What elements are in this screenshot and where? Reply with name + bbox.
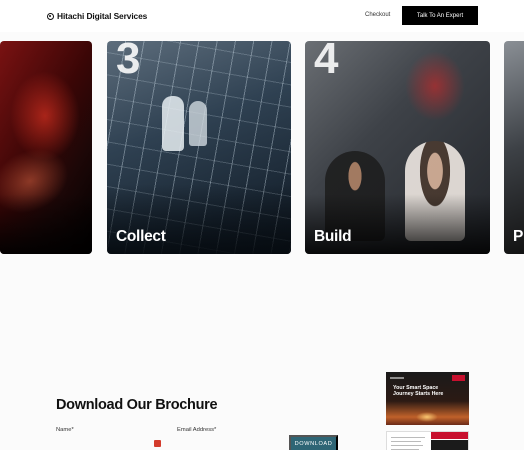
step-number: 4 xyxy=(314,41,339,83)
site-header: Hitachi Digital Services Checkout Talk T… xyxy=(0,0,524,32)
step-card-build[interactable]: 4 Build xyxy=(305,41,490,254)
brochure-page-header xyxy=(431,432,468,439)
brand-logo[interactable]: Hitachi Digital Services xyxy=(47,11,147,21)
step-label: Build xyxy=(314,228,352,245)
text-line xyxy=(391,445,423,446)
step-label: Collect xyxy=(116,228,166,245)
brochure-brand-mark xyxy=(390,377,404,379)
brochure-title: Your Smart Space Journey Starts Here xyxy=(393,385,444,398)
brochure-cover-preview: Your Smart Space Journey Starts Here xyxy=(386,372,469,425)
step-card-next[interactable]: P xyxy=(504,41,524,254)
brochure-badge xyxy=(452,375,465,381)
email-field-label: Email Address* xyxy=(177,427,217,433)
step-card-collect[interactable]: 3 Collect xyxy=(107,41,291,254)
step-card-previous[interactable] xyxy=(0,41,92,254)
card-shade xyxy=(0,194,92,254)
card-image-person xyxy=(162,96,184,151)
brochure-heading: Download Our Brochure xyxy=(56,397,218,413)
brochure-page-preview xyxy=(386,431,469,450)
autofill-icon[interactable] xyxy=(154,440,161,447)
card-image-person xyxy=(189,101,207,146)
brochure-page-panel xyxy=(431,440,468,450)
text-line xyxy=(391,437,425,438)
step-number: 3 xyxy=(116,41,141,83)
hitachi-logo-icon xyxy=(47,12,54,20)
download-button[interactable]: DOWNLOAD xyxy=(289,435,338,450)
name-field-label: Name* xyxy=(56,427,74,433)
checkout-link[interactable]: Checkout xyxy=(365,12,390,18)
step-label: P xyxy=(513,228,524,245)
talk-to-expert-button[interactable]: Talk To An Expert xyxy=(402,6,478,25)
card-image xyxy=(405,51,465,121)
text-line xyxy=(391,441,421,442)
brochure-image xyxy=(416,412,438,422)
brand-name: Hitachi Digital Services xyxy=(57,11,148,21)
